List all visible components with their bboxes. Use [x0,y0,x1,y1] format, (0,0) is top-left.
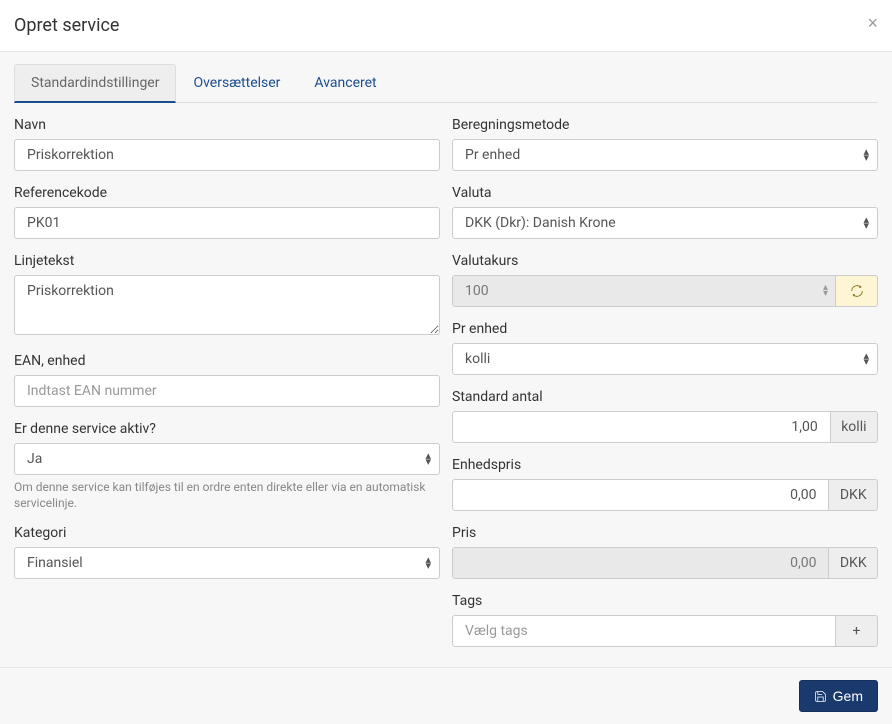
field-linetext: Linjetekst Priskorrektion [14,253,440,339]
field-perunit: Pr enhed kolli ▴▾ [452,321,878,375]
form-columns: Navn Referencekode Linjetekst Priskorrek… [14,117,878,661]
suffix-price: DKK [829,547,878,579]
label-stdqty: Standard antal [452,389,878,405]
select-active[interactable]: Ja [14,443,440,475]
label-perunit: Pr enhed [452,321,878,337]
field-price: Pris DKK [452,525,878,579]
field-unitprice: Enhedspris DKK [452,457,878,511]
input-tags[interactable] [452,615,836,647]
input-name[interactable] [14,139,440,171]
field-stdqty: Standard antal kolli [452,389,878,443]
label-active: Er denne service aktiv? [14,421,440,437]
add-tag-button[interactable]: + [836,615,878,647]
tab-bar: Standardindstillinger Oversættelser Avan… [14,64,878,103]
modal-body: Standardindstillinger Oversættelser Avan… [0,52,892,667]
field-currency: Valuta DKK (Dkr): Danish Krone ▴▾ [452,185,878,239]
create-service-modal: Opret service × Standardindstillinger Ov… [0,0,892,724]
label-rate: Valutakurs [452,253,878,269]
label-name: Navn [14,117,440,133]
label-refcode: Referencekode [14,185,440,201]
field-name: Navn [14,117,440,171]
field-active: Er denne service aktiv? Ja ▴▾ Om denne s… [14,421,440,511]
modal-header: Opret service × [0,0,892,52]
refresh-rate-button[interactable] [836,275,878,307]
input-rate [452,275,836,307]
label-tags: Tags [452,593,878,609]
right-column: Beregningsmetode Pr enhed ▴▾ Valuta DKK … [452,117,878,661]
select-currency[interactable]: DKK (Dkr): Danish Krone [452,207,878,239]
select-perunit[interactable]: kolli [452,343,878,375]
save-icon [814,690,827,703]
field-calcmethod: Beregningsmetode Pr enhed ▴▾ [452,117,878,171]
field-category: Kategori Finansiel ▴▾ [14,525,440,579]
left-column: Navn Referencekode Linjetekst Priskorrek… [14,117,440,661]
textarea-linetext[interactable]: Priskorrektion [14,275,440,335]
field-ean: EAN, enhed [14,353,440,407]
tab-translations[interactable]: Oversættelser [176,64,297,103]
field-rate: Valutakurs ▴▾ [452,253,878,307]
label-unitprice: Enhedspris [452,457,878,473]
label-ean: EAN, enhed [14,353,440,369]
select-category[interactable]: Finansiel [14,547,440,579]
input-ean[interactable] [14,375,440,407]
spinner-icon: ▴▾ [815,285,836,297]
input-price [452,547,829,579]
label-linetext: Linjetekst [14,253,440,269]
suffix-unitprice: DKK [829,479,878,511]
close-button[interactable]: × [867,14,878,32]
field-refcode: Referencekode [14,185,440,239]
field-tags: Tags + [452,593,878,647]
suffix-stdqty: kolli [831,411,878,443]
modal-footer: Gem [0,667,892,724]
modal-title: Opret service [14,15,878,36]
input-unitprice[interactable] [452,479,829,511]
input-refcode[interactable] [14,207,440,239]
save-button[interactable]: Gem [799,680,878,712]
tab-advanced[interactable]: Avanceret [297,64,393,103]
input-stdqty[interactable] [452,411,831,443]
label-calcmethod: Beregningsmetode [452,117,878,133]
label-price: Pris [452,525,878,541]
select-calcmethod[interactable]: Pr enhed [452,139,878,171]
tab-standard-settings[interactable]: Standardindstillinger [14,64,176,103]
label-currency: Valuta [452,185,878,201]
refresh-icon [850,284,864,298]
label-category: Kategori [14,525,440,541]
help-active: Om denne service kan tilføjes til en ord… [14,480,440,511]
save-button-label: Gem [833,688,863,704]
